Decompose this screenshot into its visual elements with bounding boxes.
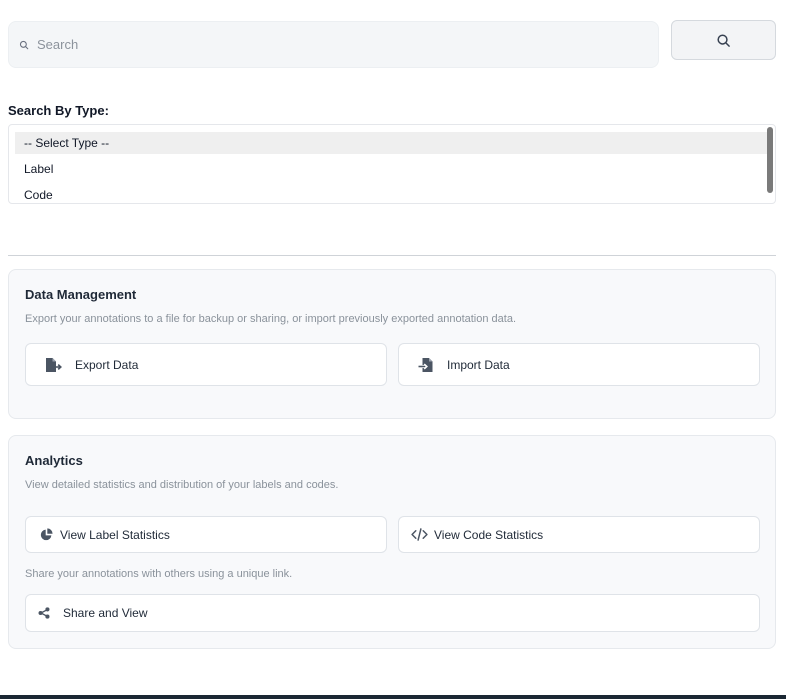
search-field[interactable]	[8, 21, 659, 68]
share-and-view-label: Share and View	[63, 606, 148, 620]
search-button[interactable]	[671, 20, 776, 60]
import-data-label: Import Data	[447, 357, 510, 372]
bottom-edge-bar	[0, 695, 786, 699]
search-input[interactable]	[35, 36, 599, 53]
share-description: Share your annotations with others using…	[25, 568, 293, 580]
view-label-statistics-button[interactable]: View Label Statistics	[25, 516, 387, 553]
scrollbar-thumb[interactable]	[767, 127, 773, 193]
data-management-card: Data Management Export your annotations …	[8, 269, 776, 419]
share-icon	[38, 607, 50, 619]
pie-chart-icon	[40, 528, 53, 541]
type-option-label[interactable]: Label	[15, 158, 767, 180]
search-icon	[19, 40, 29, 50]
section-divider	[8, 255, 776, 256]
file-export-icon	[45, 357, 62, 373]
import-data-button[interactable]: Import Data	[398, 343, 760, 386]
analytics-card: Analytics View detailed statistics and d…	[8, 435, 776, 649]
analytics-description: View detailed statistics and distributio…	[25, 479, 339, 491]
file-import-icon	[418, 357, 434, 373]
data-management-description: Export your annotations to a file for ba…	[25, 313, 517, 325]
type-filter-heading: Search By Type:	[8, 103, 109, 118]
search-icon	[716, 33, 731, 48]
analytics-title: Analytics	[25, 453, 83, 468]
type-option-code[interactable]: Code	[15, 184, 767, 203]
type-option-select[interactable]: -- Select Type --	[15, 132, 767, 154]
type-select-list[interactable]: -- Select Type -- Label Code	[8, 124, 776, 204]
share-and-view-button[interactable]: Share and View	[25, 594, 760, 632]
export-data-label: Export Data	[75, 357, 139, 372]
data-management-title: Data Management	[25, 287, 137, 302]
code-icon	[411, 528, 428, 541]
export-data-button[interactable]: Export Data	[25, 343, 387, 386]
view-code-statistics-label: View Code Statistics	[434, 527, 544, 542]
view-label-statistics-label: View Label Statistics	[60, 527, 170, 542]
view-code-statistics-button[interactable]: View Code Statistics	[398, 516, 760, 553]
